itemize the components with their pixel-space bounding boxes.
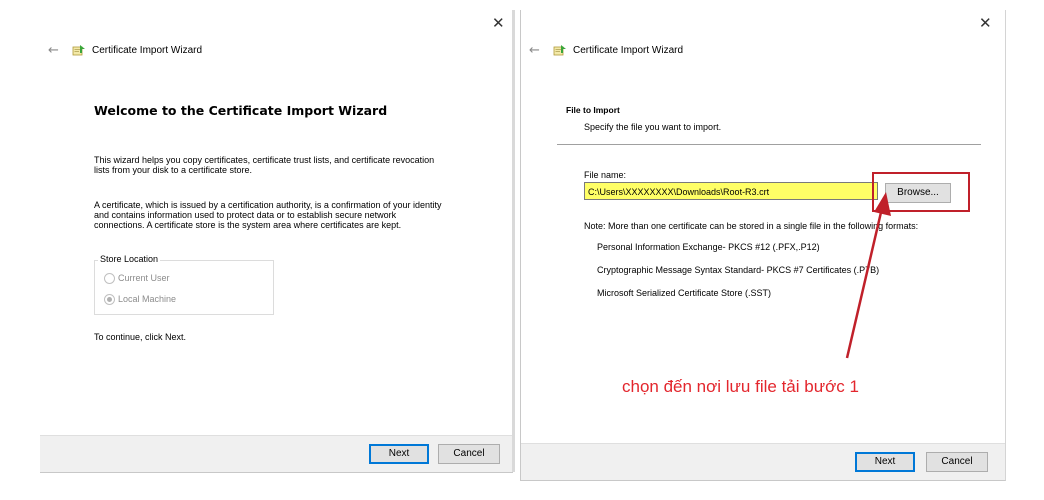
continue-hint: To continue, click Next.	[94, 332, 187, 342]
divider	[512, 10, 515, 472]
window-title: Certificate Import Wizard	[573, 45, 684, 56]
intro-line-1: This wizard helps you copy certificates,…	[94, 155, 435, 165]
store-location-label: Store Location	[98, 254, 161, 264]
intro-line-2: lists from your disk to a certificate st…	[94, 165, 253, 175]
page-title: Welcome to the Certificate Import Wizard	[94, 103, 388, 118]
close-icon[interactable]: ✕	[492, 16, 505, 31]
welcome-dialog: ✕ ← Certificate Import Wizard Welcome to…	[40, 10, 513, 473]
dialog-footer: Next Cancel	[40, 435, 512, 472]
annotation-text: chọn đến nơi lưu file tải bước 1	[622, 377, 859, 396]
info-line-1: A certificate, which is issued by a cert…	[94, 200, 442, 210]
current-user-label: Current User	[118, 273, 170, 283]
section-subtitle: Specify the file you want to import.	[584, 122, 722, 132]
local-machine-radio[interactable]	[104, 294, 115, 305]
annotation-arrow	[845, 192, 891, 359]
next-button[interactable]: Next	[855, 452, 915, 472]
format-item-pfx: Personal Information Exchange- PKCS #12 …	[597, 242, 820, 252]
certificate-icon	[553, 45, 566, 56]
back-arrow-icon[interactable]: ←	[48, 44, 59, 57]
local-machine-label: Local Machine	[118, 294, 177, 304]
close-icon[interactable]: ✕	[979, 16, 992, 31]
certificate-icon	[72, 45, 85, 56]
next-button[interactable]: Next	[369, 444, 429, 464]
cancel-button[interactable]: Cancel	[438, 444, 500, 464]
back-arrow-icon[interactable]: ←	[529, 44, 540, 57]
format-item-sst: Microsoft Serialized Certificate Store (…	[597, 288, 772, 298]
cancel-button[interactable]: Cancel	[926, 452, 988, 472]
header-separator	[557, 144, 981, 145]
store-location-group	[94, 260, 274, 315]
file-name-input[interactable]: C:\Users\XXXXXXXX\Downloads\Root-R3.crt	[584, 182, 878, 200]
info-line-3: connections. A certificate store is the …	[94, 220, 402, 230]
info-line-2: and contains information used to protect…	[94, 210, 397, 220]
section-title: File to Import	[566, 105, 620, 115]
format-item-p7b: Cryptographic Message Syntax Standard- P…	[597, 265, 880, 275]
window-title: Certificate Import Wizard	[92, 45, 203, 56]
file-import-dialog: ✕ ← Certificate Import Wizard File to Im…	[520, 10, 1006, 481]
current-user-radio[interactable]	[104, 273, 115, 284]
file-name-label: File name:	[584, 170, 627, 180]
dialog-footer: Next Cancel	[521, 443, 1005, 480]
